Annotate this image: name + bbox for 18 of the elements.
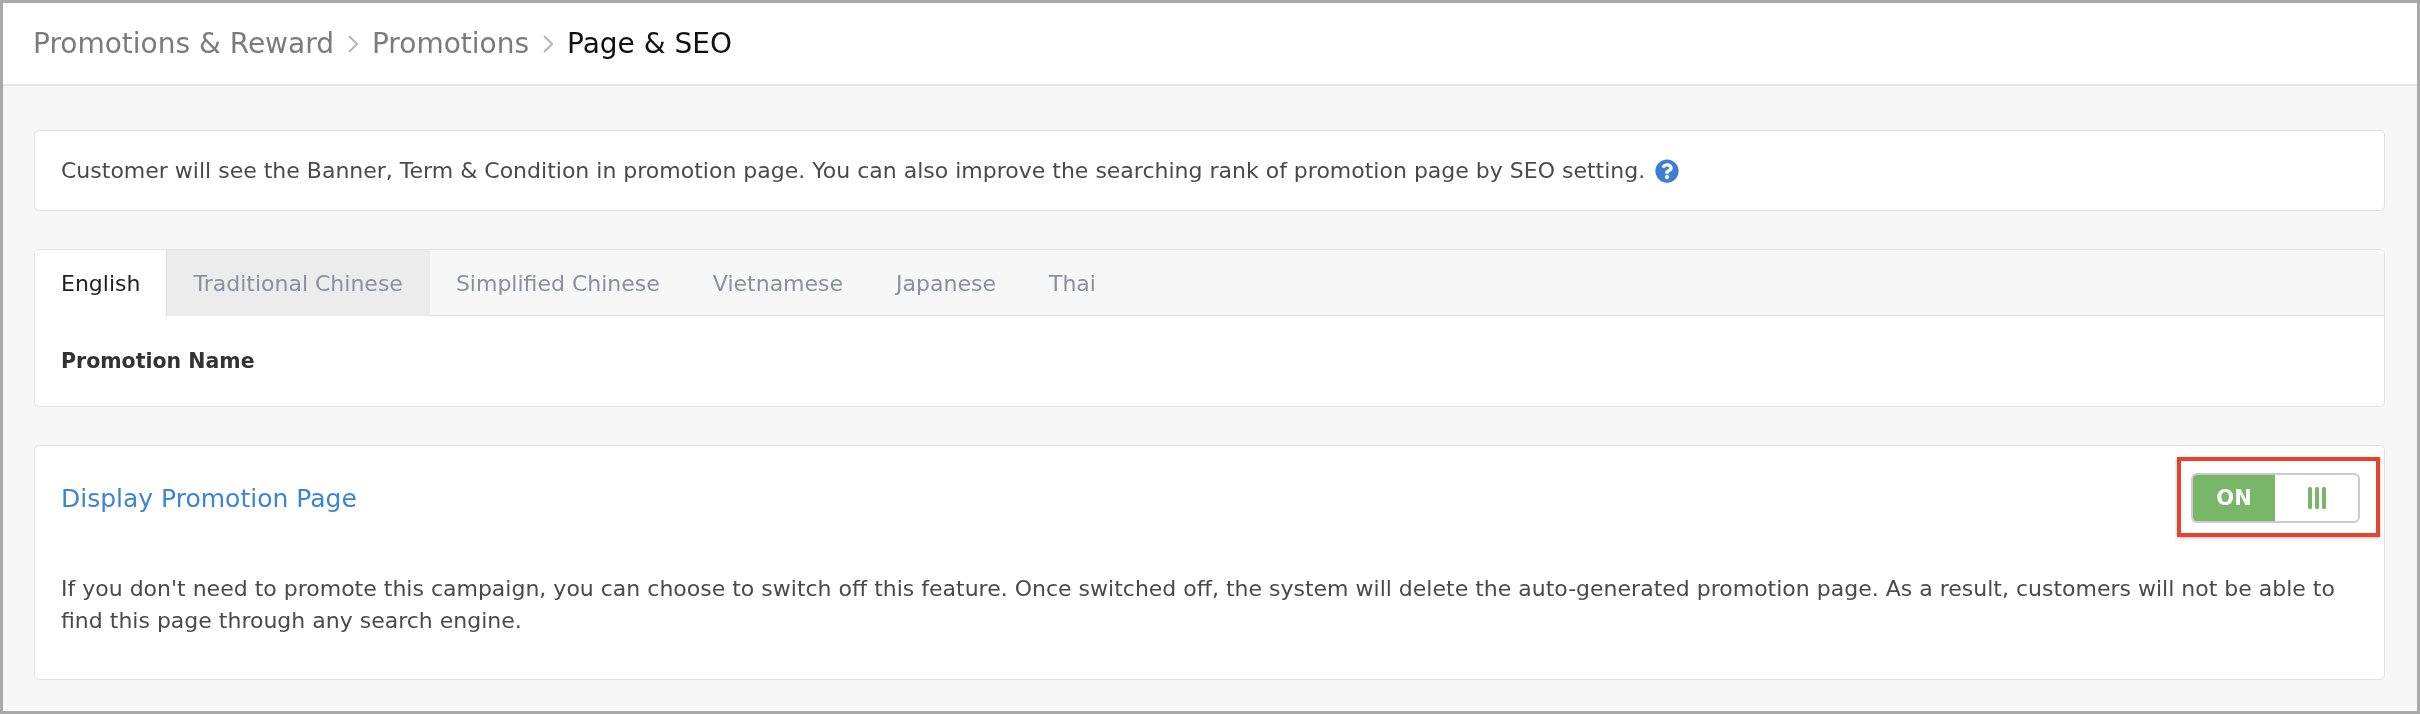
chevron-right-icon — [347, 34, 358, 53]
language-tab[interactable]: Thai — [1023, 250, 1123, 316]
language-tab[interactable]: Traditional Chinese — [167, 250, 430, 316]
breadcrumb-link[interactable]: Promotions — [371, 27, 530, 60]
breadcrumb-link[interactable]: Promotions & Reward — [33, 27, 334, 60]
current-page-title: Page & SEO — [567, 27, 732, 60]
help-icon[interactable] — [1655, 158, 1680, 183]
language-tab[interactable]: Japanese — [870, 250, 1023, 316]
chevron-right-icon — [543, 34, 554, 53]
language-tab[interactable]: Vietnamese — [686, 250, 871, 316]
grip-icon — [2307, 487, 2326, 509]
toggle-switch[interactable]: ON — [2191, 473, 2360, 523]
section-title: Display Promotion Page — [61, 483, 357, 513]
language-tab[interactable]: English — [35, 250, 168, 316]
language-tab[interactable]: Simplified Chinese — [429, 250, 687, 316]
info-text: Customer will see the Banner, Term & Condition in promotion page. You can also improve the searching rank of promotion page by SEO setting. — [61, 158, 1646, 183]
field-label: Promotion Name — [61, 349, 255, 373]
description-text: If you don't need to promote this campaign, you can choose to switch off this feature. Once switched off, the system will delete the auto-generated promotion page. As a result, customers will not be able to find this page through any search engine. — [61, 575, 2336, 635]
